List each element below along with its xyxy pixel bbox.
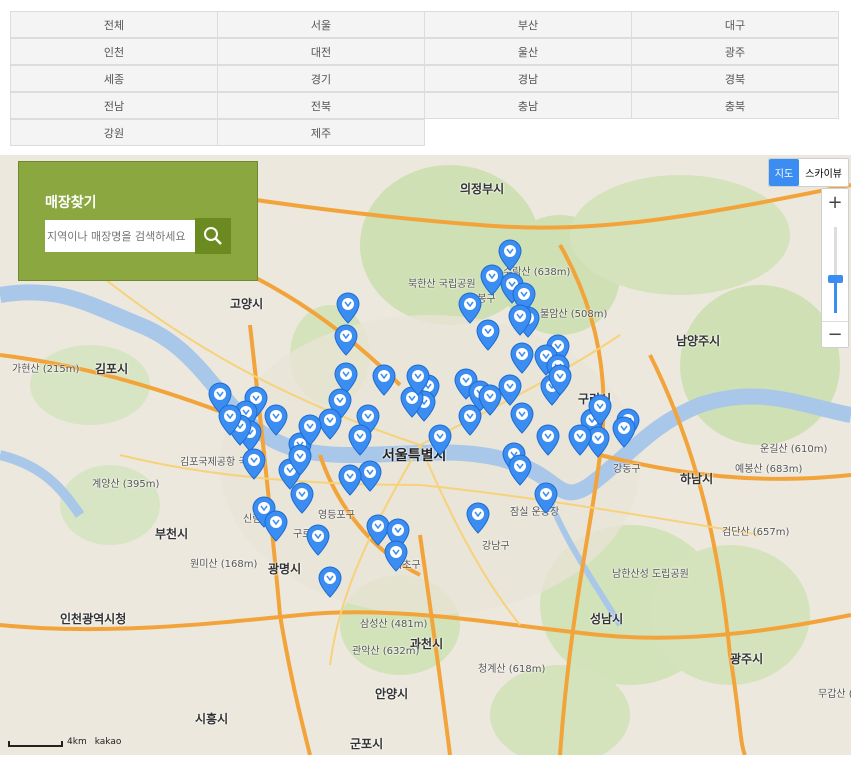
zoom-slider-handle[interactable] — [828, 275, 843, 283]
store-pin[interactable] — [508, 454, 532, 486]
store-pin[interactable] — [498, 239, 522, 271]
store-pin[interactable] — [336, 292, 360, 324]
region-tab[interactable]: 광주 — [631, 38, 839, 65]
store-pin[interactable] — [458, 292, 482, 324]
region-row: 강원 제주 — [10, 119, 842, 146]
store-pin[interactable] — [290, 482, 314, 514]
zoom-in-button[interactable]: + — [822, 189, 848, 215]
store-pin[interactable] — [334, 362, 358, 394]
map-type-roadmap[interactable]: 지도 — [768, 159, 800, 186]
region-tab[interactable]: 경남 — [424, 65, 632, 92]
search-button[interactable] — [195, 218, 231, 254]
scale-distance: 4km — [67, 737, 87, 747]
region-tab[interactable]: 충남 — [424, 92, 632, 119]
store-pin[interactable] — [466, 502, 490, 534]
region-tab[interactable]: 전남 — [10, 92, 218, 119]
store-pin[interactable] — [534, 482, 558, 514]
map-type-skyview[interactable]: 스카이뷰 — [799, 159, 848, 186]
store-pin[interactable] — [428, 424, 452, 456]
store-pin[interactable] — [384, 540, 408, 572]
store-pin[interactable] — [338, 464, 362, 496]
store-pin[interactable] — [536, 424, 560, 456]
store-pin[interactable] — [242, 448, 266, 480]
region-tab[interactable]: 경기 — [217, 65, 425, 92]
store-pin[interactable] — [318, 566, 342, 598]
zoom-slider-fill — [834, 279, 837, 313]
region-tab[interactable]: 대구 — [631, 11, 839, 38]
store-pin[interactable] — [480, 264, 504, 296]
region-tab[interactable]: 세종 — [10, 65, 218, 92]
store-pin[interactable] — [264, 404, 288, 436]
region-tab[interactable]: 부산 — [424, 11, 632, 38]
store-pin[interactable] — [348, 424, 372, 456]
store-pin[interactable] — [318, 408, 342, 440]
store-map[interactable]: 서울특별시인천광역시청고양시김포시구리시하남시광명시부천시과천시안양시성남시군포… — [0, 155, 851, 755]
store-pin[interactable] — [306, 524, 330, 556]
scale-bar — [8, 741, 63, 747]
store-pin[interactable] — [568, 424, 592, 456]
region-tab[interactable]: 강원 — [10, 119, 218, 146]
store-finder-panel: 매장찾기 — [18, 161, 258, 281]
region-tab[interactable]: 충북 — [631, 92, 839, 119]
region-tab[interactable]: 전북 — [217, 92, 425, 119]
region-tab[interactable]: 경북 — [631, 65, 839, 92]
store-pin[interactable] — [264, 510, 288, 542]
search-icon — [204, 227, 222, 245]
region-tab[interactable]: 인천 — [10, 38, 218, 65]
store-pin[interactable] — [334, 324, 358, 356]
store-pin[interactable] — [612, 416, 636, 448]
region-row: 인천 대전 울산 광주 — [10, 38, 842, 65]
store-pin[interactable] — [372, 364, 396, 396]
store-pin[interactable] — [366, 514, 390, 546]
map-scale: 4km kakao — [8, 737, 121, 747]
map-type-toggle: 지도 스카이뷰 — [767, 158, 849, 187]
region-tab[interactable]: 전체 — [10, 11, 218, 38]
store-pin[interactable] — [458, 404, 482, 436]
region-row: 세종 경기 경남 경북 — [10, 65, 842, 92]
region-tab[interactable]: 제주 — [217, 119, 425, 146]
region-row: 전체 서울 부산 대구 — [10, 11, 842, 38]
store-pin[interactable] — [510, 342, 534, 374]
store-search-input[interactable] — [45, 220, 195, 252]
kakao-logo: kakao — [94, 737, 122, 747]
region-tab[interactable]: 서울 — [217, 11, 425, 38]
finder-title: 매장찾기 — [45, 195, 97, 211]
zoom-control: + − — [821, 188, 849, 348]
store-pin[interactable] — [498, 374, 522, 406]
region-row: 전남 전북 충남 충북 — [10, 92, 842, 119]
store-pin[interactable] — [358, 460, 382, 492]
region-tab[interactable]: 대전 — [217, 38, 425, 65]
store-pin[interactable] — [510, 402, 534, 434]
store-pin[interactable] — [478, 384, 502, 416]
zoom-out-button[interactable]: − — [822, 321, 848, 347]
region-tab[interactable]: 울산 — [424, 38, 632, 65]
region-table: 전체 서울 부산 대구 인천 대전 울산 광주 세종 경기 경남 경북 전남 전북 충남 충북 강원 제주 — [10, 11, 842, 146]
store-pin[interactable] — [476, 319, 500, 351]
